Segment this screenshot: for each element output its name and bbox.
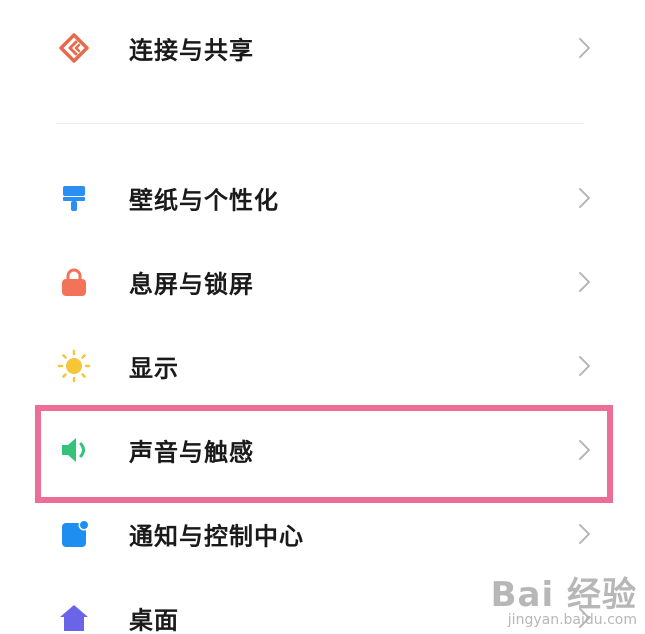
settings-item-label: 声音与触感 [129,438,254,467]
home-icon [56,600,92,634]
settings-item-label: 显示 [129,354,179,383]
lock-icon [56,264,92,300]
settings-item-label: 桌面 [129,606,179,634]
settings-item-sound-haptics[interactable]: 声音与触感 [0,408,645,492]
settings-item-label: 壁纸与个性化 [129,186,279,215]
sun-icon [56,348,92,384]
settings-item-label: 通知与控制中心 [129,522,304,551]
chevron-right-icon [574,353,594,379]
chevron-right-icon [574,35,594,61]
settings-item-lock-screen[interactable]: 息屏与锁屏 [0,240,645,324]
settings-item-display[interactable]: 显示 [0,324,645,408]
chevron-right-icon [574,605,594,631]
chevron-right-icon [574,185,594,211]
notification-icon [56,516,92,552]
chevron-right-icon [574,521,594,547]
paintbrush-icon [56,180,92,216]
settings-item-label: 息屏与锁屏 [129,270,254,299]
chevron-right-icon [574,437,594,463]
chevron-right-icon [574,269,594,295]
section-divider [56,123,584,124]
settings-item-notifications[interactable]: 通知与控制中心 [0,492,645,576]
settings-item-wallpaper[interactable]: 壁纸与个性化 [0,156,645,240]
settings-screen: 连接与共享 壁纸与个性化 息屏与锁屏 显示 声音与触感 通知与控制中心 桌面 B… [0,0,645,634]
connection-share-icon [56,30,92,66]
settings-item-home-screen[interactable]: 桌面 [0,576,645,634]
speaker-icon [56,432,92,468]
settings-item-connection-share[interactable]: 连接与共享 [0,6,645,90]
settings-item-label: 连接与共享 [129,36,254,65]
